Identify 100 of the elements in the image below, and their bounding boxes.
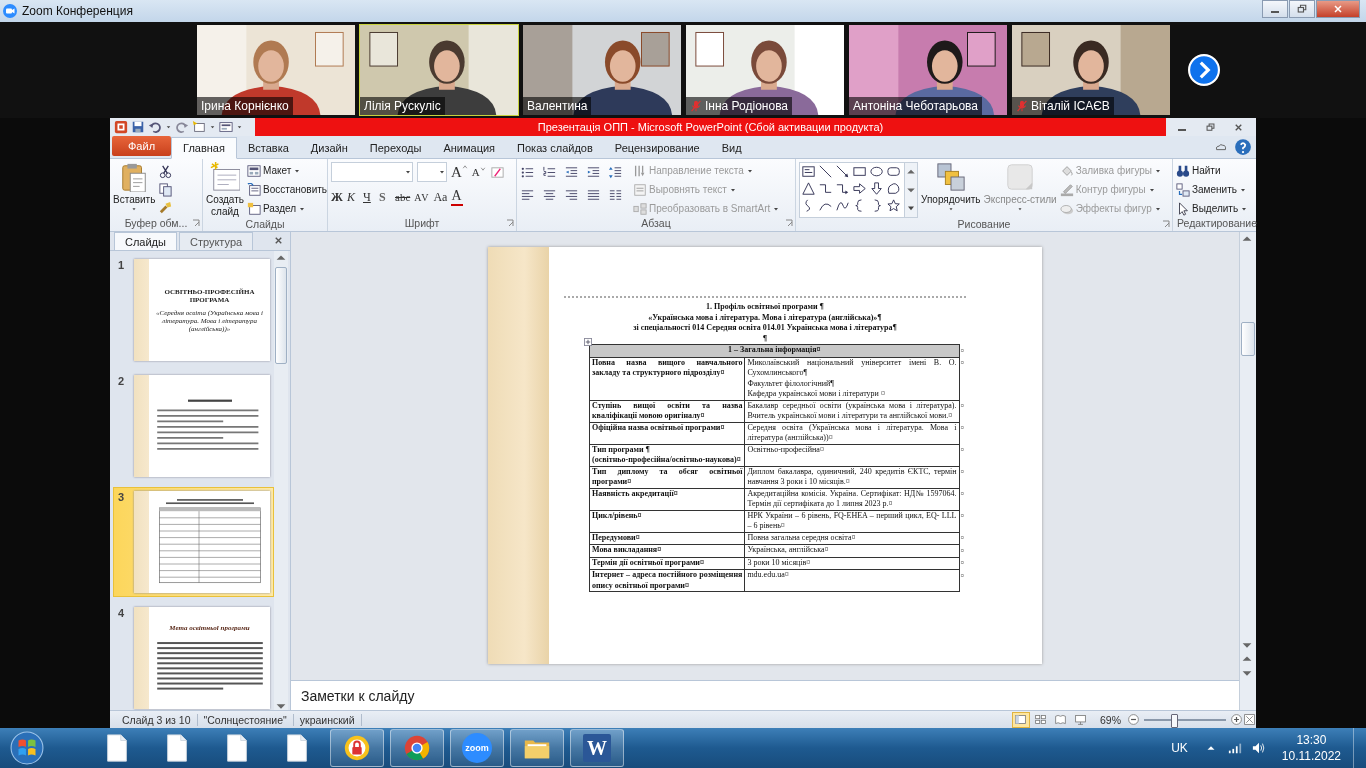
taskbar-app[interactable] [390, 729, 444, 767]
font-size-field[interactable] [417, 162, 447, 182]
notes-field[interactable]: Заметки к слайду [291, 680, 1239, 710]
numbered-list-icon[interactable] [542, 165, 557, 180]
brush-icon[interactable] [158, 200, 174, 215]
vertical-scrollbar[interactable] [1239, 232, 1256, 680]
arrange-button[interactable]: Упорядочить [921, 162, 981, 212]
taskbar-app[interactable] [330, 729, 384, 767]
ribbon-command[interactable]: Найти [1176, 162, 1249, 179]
scissors-icon[interactable] [158, 164, 174, 179]
view-button[interactable] [1012, 711, 1030, 728]
slideshow-icon[interactable] [219, 120, 233, 134]
font-style-button[interactable]: AV [414, 191, 430, 203]
speaker-icon[interactable] [1251, 741, 1266, 755]
paste-button[interactable]: Вставить [113, 162, 156, 212]
close-button[interactable] [1316, 0, 1360, 18]
group-label: Шрифт [404, 216, 440, 229]
font-style-button[interactable]: A [451, 188, 464, 206]
fit-window-icon[interactable] [1243, 713, 1256, 726]
ribbon-tab[interactable]: Главная [171, 137, 237, 159]
minus-icon[interactable] [1127, 713, 1140, 726]
video-tile[interactable]: Антоніна Чеботарьова [848, 24, 1008, 116]
justify-icon[interactable] [586, 188, 601, 203]
new-slide-button[interactable]: Создать слайд [206, 162, 244, 218]
increase-indent-icon[interactable] [586, 165, 601, 180]
scrollbar-thumb[interactable] [275, 267, 287, 364]
launcher-icon[interactable] [192, 218, 200, 227]
decrease-indent-icon[interactable] [564, 165, 579, 180]
font-style-button[interactable]: Ж [331, 189, 343, 205]
font-style-button[interactable]: S [379, 189, 391, 205]
ribbon-command[interactable]: Раздел [247, 200, 328, 217]
launcher-icon[interactable] [1162, 220, 1170, 228]
launcher-icon[interactable] [785, 219, 793, 227]
undo-icon[interactable] [148, 120, 162, 134]
line-spacing-icon[interactable] [608, 165, 623, 180]
slide-thumbnail[interactable] [134, 375, 270, 477]
font-style-button[interactable]: Ч [363, 189, 375, 205]
clock-date[interactable]: 10.11.2022 [1281, 748, 1341, 764]
caret-icon [404, 168, 412, 176]
maximize-button[interactable] [1289, 0, 1315, 18]
video-tile[interactable]: Валентина [522, 24, 682, 116]
thumbnail-row[interactable]: 2 [113, 371, 274, 481]
lock-browser-icon [342, 733, 372, 763]
save-icon[interactable] [131, 120, 145, 134]
shrink-font-button[interactable]: A [471, 166, 486, 178]
taskbar-app[interactable] [510, 729, 564, 767]
slide-thumbnail[interactable] [134, 491, 270, 593]
video-tile[interactable]: Віталій ІСАЄВ [1011, 24, 1171, 116]
pane-tab[interactable]: Слайды [114, 232, 177, 250]
ribbon-tab[interactable]: Рецензирование [603, 138, 711, 158]
redo-icon[interactable] [175, 120, 189, 134]
close-icon[interactable] [273, 235, 284, 246]
font-style-button[interactable]: К [347, 189, 359, 205]
align-right-icon[interactable] [564, 188, 579, 203]
ribbon-command[interactable]: Восстановить [247, 181, 328, 198]
bullet-list-icon[interactable] [520, 165, 535, 180]
participant-name: Ірина Корнієнко [201, 99, 289, 113]
ribbon-command[interactable]: Выделить [1176, 200, 1249, 217]
ribbon-tab[interactable]: Вставка [236, 138, 300, 158]
pen-icon [1059, 182, 1074, 197]
scrollbar-thumb[interactable] [1241, 322, 1255, 356]
chrome-icon [402, 733, 432, 763]
ribbon-tab[interactable]: Дизайн [299, 138, 359, 158]
clock-time[interactable]: 13:30 [1296, 732, 1327, 748]
ribbon-tab[interactable]: Показ слайдов [506, 138, 604, 158]
help-button[interactable] [1234, 138, 1252, 156]
slider-thumb[interactable] [1170, 713, 1178, 728]
ribbon-tab[interactable]: Анимация [432, 138, 507, 158]
table-handle-icon[interactable] [584, 338, 592, 346]
font-style-button[interactable]: Aa [433, 189, 448, 205]
align-center-icon[interactable] [542, 188, 557, 203]
pane-tab[interactable]: Структура [178, 232, 254, 250]
language-indicator[interactable]: UK [1171, 741, 1188, 755]
video-tile[interactable]: Інна Родіонова [685, 24, 845, 116]
ribbon-tab[interactable]: Переходы [358, 138, 433, 158]
columns-icon[interactable] [608, 188, 623, 203]
ribbon-command[interactable]: Макет [247, 162, 328, 179]
font-style-button[interactable]: abc [395, 191, 411, 203]
launcher-icon[interactable] [506, 218, 514, 227]
align-left-icon[interactable] [520, 188, 535, 203]
grow-font-button[interactable]: A [451, 163, 468, 181]
plus-icon[interactable] [1230, 713, 1243, 726]
restore-icon [1204, 121, 1216, 133]
video-tile[interactable]: Ірина Корнієнко [196, 24, 356, 116]
new-icon[interactable] [192, 120, 206, 134]
signal-icon[interactable] [1227, 741, 1242, 755]
video-tile[interactable]: Лілія Рускуліс [359, 24, 519, 116]
minimize-button[interactable] [1262, 0, 1288, 18]
thumbnail-row[interactable]: 3 [113, 487, 274, 597]
clear-format-icon[interactable] [489, 164, 505, 180]
ribbon-tab[interactable]: Файл [112, 136, 172, 156]
font-name-field[interactable] [331, 162, 413, 182]
copy-icon[interactable] [158, 182, 174, 197]
next-page-button[interactable] [1188, 54, 1220, 86]
vertical-scrollbar[interactable] [274, 251, 288, 713]
vertical-scrollbar[interactable] [1239, 680, 1256, 710]
ribbon-command[interactable]: Заменить [1176, 181, 1249, 198]
taskbar-app[interactable]: W [570, 729, 624, 767]
ribbon-tab[interactable]: Вид [710, 138, 753, 158]
shapes-gallery[interactable] [799, 162, 918, 218]
